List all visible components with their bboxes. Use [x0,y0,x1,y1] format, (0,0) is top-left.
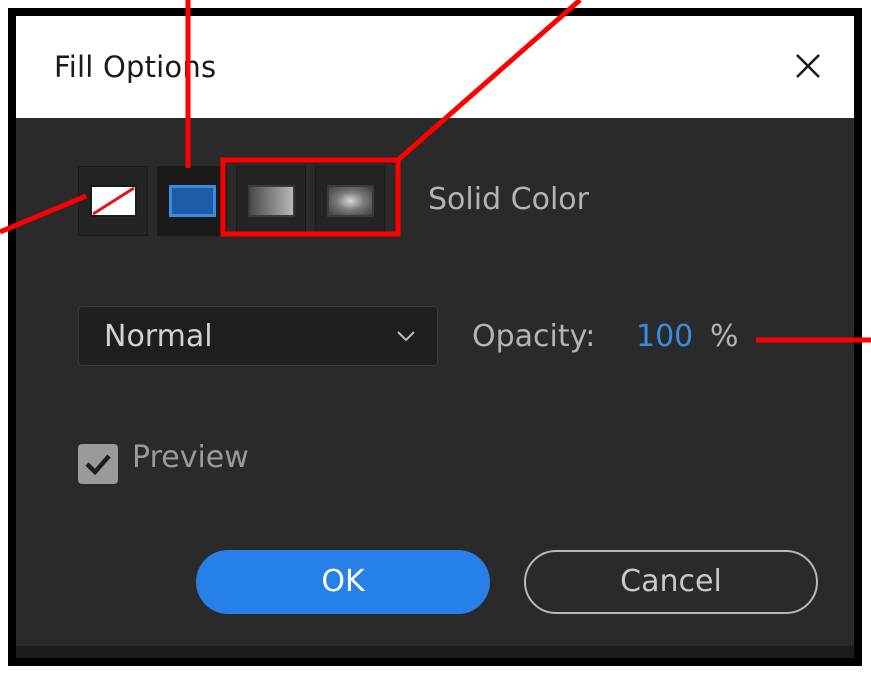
dialog-bottom-edge [16,646,854,658]
fill-type-radial-gradient-button[interactable] [315,166,385,236]
close-icon [796,54,820,78]
opacity-scrubby-value[interactable]: 100 [636,319,693,354]
opacity-unit: % [710,319,739,354]
dialog-body: Fill Options Solid Color Normal Opacity:… [16,16,854,658]
close-button[interactable] [788,46,828,86]
fill-options-dialog: Fill Options Solid Color Normal Opacity:… [8,8,862,666]
checkmark-icon [85,454,111,476]
chevron-down-icon [397,331,415,342]
cancel-button[interactable]: Cancel [524,550,818,614]
preview-label: Preview [132,440,249,475]
linear-gradient-icon [248,185,295,217]
solid-color-icon [169,185,216,217]
fill-type-solid-button[interactable] [157,166,227,236]
blend-mode-dropdown[interactable]: Normal [78,306,438,366]
screenshot-stage: Fill Options Solid Color Normal Opacity:… [0,0,871,678]
ok-button[interactable]: OK [196,550,490,614]
preview-checkbox[interactable] [78,444,118,484]
fill-type-label: Solid Color [428,182,589,217]
dialog-titlebar: Fill Options [16,16,854,118]
fill-type-none-button[interactable] [78,166,148,236]
dialog-title: Fill Options [54,50,217,84]
ok-button-label: OK [321,564,365,599]
cancel-button-label: Cancel [620,564,722,599]
fill-type-selector [78,166,394,236]
opacity-label: Opacity: [472,319,596,354]
no-fill-icon [90,185,137,217]
blend-mode-value: Normal [104,319,213,354]
fill-type-linear-gradient-button[interactable] [236,166,306,236]
radial-gradient-icon [327,185,374,217]
